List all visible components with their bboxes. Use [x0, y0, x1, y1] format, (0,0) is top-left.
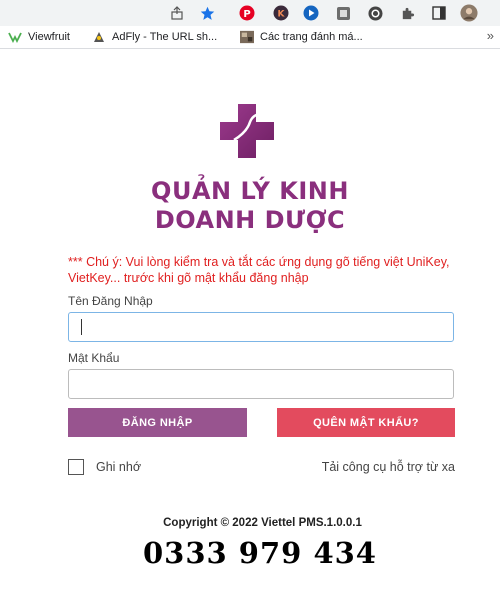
bookmark-label: AdFly - The URL sh... [112, 31, 218, 43]
puzzle-extensions-icon[interactable] [398, 4, 416, 22]
more-bookmarks-icon[interactable]: » [487, 28, 494, 43]
browser-toolbar: P K [0, 0, 500, 26]
viewfruit-icon [8, 30, 22, 44]
bookmark-label: Viewfruit [28, 31, 70, 43]
bookmark-viewfruit[interactable]: Viewfruit [8, 29, 70, 45]
k-extension-icon[interactable]: K [272, 4, 290, 22]
forgot-password-button[interactable]: QUÊN MẬT KHẨU? [277, 408, 455, 437]
username-label: Tên Đăng Nhập [68, 294, 153, 308]
copyright-text: Copyright © 2022 Viettel PMS.1.0.0.1 [163, 517, 362, 529]
sidebar-icon[interactable] [430, 4, 448, 22]
bookmark-cac-trang[interactable]: Các trang đánh má... [240, 29, 363, 45]
remember-label: Ghi nhớ [96, 460, 142, 474]
username-input[interactable] [68, 312, 454, 342]
adfly-icon [92, 30, 106, 44]
medical-cross-logo [220, 104, 274, 158]
svg-text:P: P [243, 9, 250, 20]
password-label: Mật Khẩu [68, 351, 120, 365]
share-icon[interactable] [168, 4, 186, 22]
login-button[interactable]: ĐĂNG NHẬP [68, 408, 247, 437]
bookmarks-bar: Viewfruit AdFly - The URL sh... Các tran… [0, 26, 500, 49]
app-title-line1: QUẢN LÝ KINH [151, 177, 349, 205]
profile-avatar-icon[interactable] [460, 4, 478, 22]
text-caret [81, 319, 82, 335]
svg-text:K: K [278, 10, 286, 20]
app-title-line2: DOANH DƯỢC [154, 206, 346, 234]
extension-box-icon[interactable] [334, 4, 352, 22]
pinterest-icon[interactable]: P [238, 4, 256, 22]
remember-me[interactable]: Ghi nhớ [68, 459, 141, 475]
bookmark-adfly[interactable]: AdFly - The URL sh... [92, 29, 217, 45]
grammarly-icon[interactable] [366, 4, 384, 22]
bookmark-label: Các trang đánh má... [260, 31, 363, 43]
phone-number: 0333 979 434 [143, 536, 377, 570]
password-input[interactable] [68, 369, 454, 399]
star-icon[interactable] [198, 4, 216, 22]
download-remote-tool-link[interactable]: Tải công cụ hỗ trợ từ xa [322, 460, 455, 474]
bookmark-thumbnail-icon [240, 30, 254, 44]
remember-checkbox[interactable] [68, 459, 84, 475]
keyboard-warning: *** Chú ý: Vui lòng kiểm tra và tắt các … [68, 255, 450, 285]
screen-capture-icon[interactable] [302, 4, 320, 22]
